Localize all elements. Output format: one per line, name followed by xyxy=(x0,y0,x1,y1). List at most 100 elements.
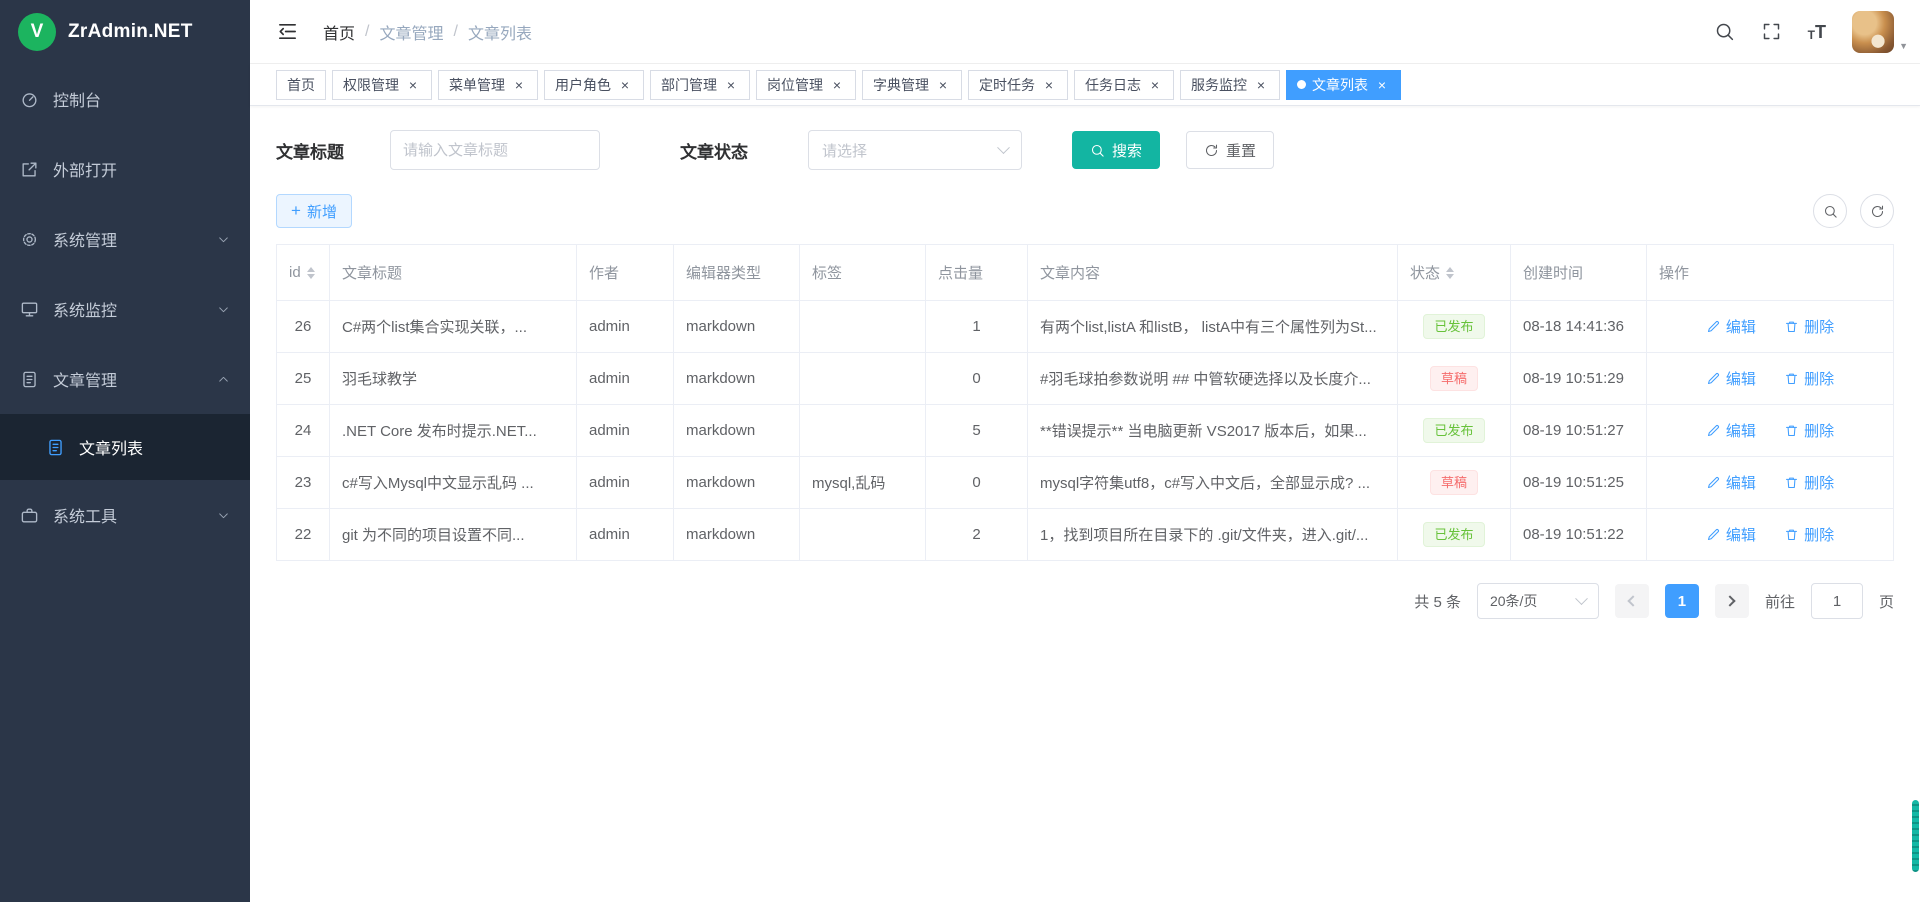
column-header-title: 文章标题 xyxy=(330,245,577,301)
close-icon[interactable] xyxy=(511,77,527,93)
breadcrumb-current: 文章列表 xyxy=(468,20,532,44)
prev-page-button[interactable] xyxy=(1615,584,1649,618)
page-content: 文章标题 文章状态 请选择 搜索 重置 xyxy=(250,106,1920,902)
toggle-search-button[interactable] xyxy=(1813,194,1847,228)
avatar[interactable] xyxy=(1852,11,1894,53)
cell-status: 已发布 xyxy=(1398,509,1511,561)
tab-scheduled-task[interactable]: 定时任务 xyxy=(968,70,1068,100)
sidebar-item-article-management[interactable]: 文章管理 xyxy=(0,344,250,414)
close-icon[interactable] xyxy=(617,77,633,93)
cell-created: 08-19 10:51:25 xyxy=(1511,457,1647,509)
reset-button[interactable]: 重置 xyxy=(1186,131,1274,169)
cell-editor-type: markdown xyxy=(674,405,800,457)
table-row: 25 羽毛球教学 admin markdown 0 #羽毛球拍参数说明 ## 中… xyxy=(277,353,1894,405)
app-title: ZrAdmin.NET xyxy=(68,21,193,43)
next-page-button[interactable] xyxy=(1715,584,1749,618)
cell-id: 24 xyxy=(277,405,330,457)
tab-post-management[interactable]: 岗位管理 xyxy=(756,70,856,100)
tab-permission-management[interactable]: 权限管理 xyxy=(332,70,432,100)
search-icon[interactable] xyxy=(1714,21,1735,42)
tab-service-monitor[interactable]: 服务监控 xyxy=(1180,70,1280,100)
article-title-input[interactable] xyxy=(390,130,600,170)
goto-suffix: 页 xyxy=(1879,591,1894,612)
edit-button[interactable]: 编辑 xyxy=(1706,524,1756,545)
tab-home[interactable]: 首页 xyxy=(276,70,326,100)
delete-button[interactable]: 删除 xyxy=(1784,524,1834,545)
sidebar-item-external-open[interactable]: 外部打开 xyxy=(0,134,250,204)
edit-button[interactable]: 编辑 xyxy=(1706,368,1756,389)
tab-user-role[interactable]: 用户角色 xyxy=(544,70,644,100)
sort-icon[interactable] xyxy=(1446,267,1454,279)
sidebar-item-article-list[interactable]: 文章列表 xyxy=(0,414,250,480)
close-icon[interactable] xyxy=(1253,77,1269,93)
tab-label: 岗位管理 xyxy=(767,75,823,95)
sidebar-item-system-tools[interactable]: 系统工具 xyxy=(0,480,250,550)
page-size-select[interactable]: 20条/页 xyxy=(1477,583,1599,619)
search-button[interactable]: 搜索 xyxy=(1072,131,1160,169)
column-header-id[interactable]: id xyxy=(277,245,330,301)
scrollbar-thumb[interactable] xyxy=(1912,800,1919,872)
cell-editor-type: markdown xyxy=(674,457,800,509)
delete-button[interactable]: 删除 xyxy=(1784,316,1834,337)
fullscreen-icon[interactable] xyxy=(1761,21,1782,42)
goto-page-input[interactable] xyxy=(1811,583,1863,619)
close-icon[interactable] xyxy=(405,77,421,93)
sidebar-item-dashboard[interactable]: 控制台 xyxy=(0,64,250,134)
caret-down-icon[interactable] xyxy=(1899,41,1908,51)
close-icon[interactable] xyxy=(829,77,845,93)
delete-button[interactable]: 删除 xyxy=(1784,472,1834,493)
right-toolbar xyxy=(1813,194,1894,228)
close-icon[interactable] xyxy=(1041,77,1057,93)
page-size-value: 20条/页 xyxy=(1490,591,1537,611)
sidebar-item-system-management[interactable]: 系统管理 xyxy=(0,204,250,274)
delete-button[interactable]: 删除 xyxy=(1784,368,1834,389)
refresh-table-button[interactable] xyxy=(1860,194,1894,228)
edit-button[interactable]: 编辑 xyxy=(1706,472,1756,493)
tags-view-bar: 首页 权限管理 菜单管理 用户角色 部门管理 岗位管理 xyxy=(250,64,1920,106)
sidebar-item-label: 外部打开 xyxy=(53,157,117,181)
close-icon[interactable] xyxy=(1147,77,1163,93)
sort-icon[interactable] xyxy=(307,267,315,279)
tab-article-list[interactable]: 文章列表 xyxy=(1286,70,1401,100)
sidebar-item-label: 系统监控 xyxy=(53,297,117,321)
cell-content: 有两个list,listA 和listB， listA中有三个属性列为St... xyxy=(1028,301,1398,353)
font-size-icon[interactable] xyxy=(1808,23,1826,41)
table-row: 24 .NET Core 发布时提示.NET... admin markdown… xyxy=(277,405,1894,457)
column-header-content: 文章内容 xyxy=(1028,245,1398,301)
column-header-editor-type: 编辑器类型 xyxy=(674,245,800,301)
edit-button[interactable]: 编辑 xyxy=(1706,316,1756,337)
close-icon[interactable] xyxy=(935,77,951,93)
cell-tags xyxy=(800,353,926,405)
column-header-status[interactable]: 状态 xyxy=(1398,245,1511,301)
breadcrumb: 首页 / 文章管理 / 文章列表 xyxy=(323,20,532,44)
cell-editor-type: markdown xyxy=(674,301,800,353)
add-button[interactable]: 新增 xyxy=(276,194,352,228)
pagination: 共 5 条 20条/页 1 前往 页 xyxy=(276,583,1894,619)
delete-button[interactable]: 删除 xyxy=(1784,420,1834,441)
tab-department-management[interactable]: 部门管理 xyxy=(650,70,750,100)
top-bar: 首页 / 文章管理 / 文章列表 xyxy=(250,0,1920,64)
sidebar-item-label: 控制台 xyxy=(53,87,101,111)
sidebar-item-system-monitor[interactable]: 系统监控 xyxy=(0,274,250,344)
main-area: 首页 / 文章管理 / 文章列表 xyxy=(250,0,1920,902)
article-title-label: 文章标题 xyxy=(276,138,344,163)
tab-dictionary-management[interactable]: 字典管理 xyxy=(862,70,962,100)
tab-menu-management[interactable]: 菜单管理 xyxy=(438,70,538,100)
external-link-icon xyxy=(20,160,39,179)
edit-icon xyxy=(1706,527,1721,542)
article-status-select[interactable]: 请选择 xyxy=(808,130,1022,170)
breadcrumb-section[interactable]: 文章管理 xyxy=(379,20,443,44)
close-icon[interactable] xyxy=(1374,77,1390,93)
close-icon[interactable] xyxy=(723,77,739,93)
menu-fold-icon[interactable] xyxy=(276,20,299,43)
breadcrumb-home[interactable]: 首页 xyxy=(323,20,355,44)
page-number-button[interactable]: 1 xyxy=(1665,584,1699,618)
app-logo[interactable]: V ZrAdmin.NET xyxy=(0,0,250,64)
chevron-down-icon xyxy=(217,303,230,316)
sidebar-item-label: 系统管理 xyxy=(53,227,117,251)
tab-task-log[interactable]: 任务日志 xyxy=(1074,70,1174,100)
delete-icon xyxy=(1784,475,1799,490)
status-badge: 已发布 xyxy=(1423,314,1484,339)
cell-tags xyxy=(800,301,926,353)
edit-button[interactable]: 编辑 xyxy=(1706,420,1756,441)
